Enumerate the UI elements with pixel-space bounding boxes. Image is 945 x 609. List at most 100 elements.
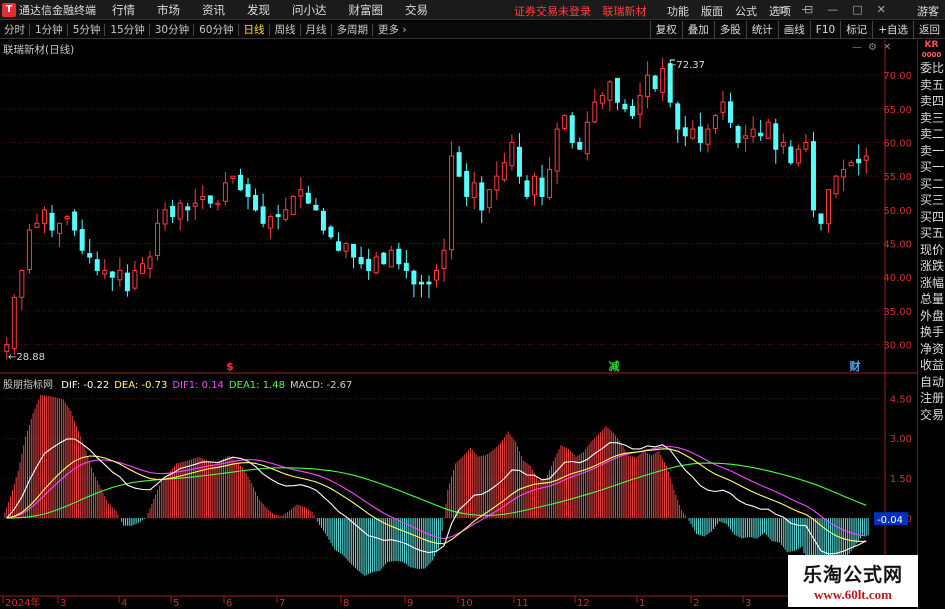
- candle-body: [388, 249, 394, 268]
- candle-body: [750, 128, 756, 137]
- quote-item-21[interactable]: 交易: [918, 407, 945, 424]
- candle-body: [471, 182, 477, 198]
- candle-body: [652, 75, 658, 90]
- date-axis-label: 3: [60, 598, 66, 609]
- quote-item-19[interactable]: 自动: [918, 374, 945, 391]
- date-axis-label: 7: [279, 598, 285, 609]
- candle-body: [441, 249, 447, 269]
- candle-body: [237, 174, 243, 191]
- candle-body: [207, 195, 213, 204]
- candle-body: [577, 141, 583, 150]
- quote-item-16: 换手: [920, 325, 945, 339]
- candle-body: [79, 229, 85, 251]
- macd-current-value: -0.04: [877, 515, 903, 526]
- candle-body: [139, 263, 145, 274]
- candle-body: [396, 248, 402, 265]
- quote-item-6: 买一: [920, 160, 945, 174]
- candle-body: [509, 142, 515, 167]
- candle-body: [697, 126, 703, 144]
- candle-body: [547, 168, 553, 198]
- quote-item-4: 卖二: [920, 127, 945, 141]
- guest-label[interactable]: 游客: [917, 3, 939, 19]
- event-marker-1: 减: [609, 359, 620, 373]
- quote-items: 委比 卖五 卖四 卖三 卖二 卖一 买一 买二 买三 买四 买五 现价 涨跌 涨幅 总量 外盘 换手 净资 收益 自动…: [918, 60, 945, 423]
- candle-body: [335, 241, 341, 251]
- price-axis-label: 55.00: [883, 172, 912, 183]
- indicator-value-dif: DIF: -0.22: [61, 380, 110, 391]
- date-axis-label: 2024年: [5, 596, 40, 609]
- watermark-title: 乐淘公式网: [802, 563, 903, 586]
- quote-item-12: 涨跌: [920, 259, 945, 273]
- quote-panel: KR 0000 委比 卖五 卖四 卖三 卖二 卖一 买一 买二 买三 买四 买五 现价 涨跌 涨幅 总量 外盘…: [917, 40, 945, 609]
- candle-body: [72, 211, 78, 231]
- date-axis-label: 4: [121, 598, 127, 609]
- date-axis-label: 8: [343, 598, 349, 609]
- candle-body: [856, 158, 862, 164]
- candle-body: [712, 115, 718, 129]
- quote-item-7: 买二: [920, 176, 945, 191]
- candle-body: [486, 189, 492, 209]
- candle-body: [41, 209, 47, 224]
- kline-chart[interactable]: 70.00 65.00 60.00 55.00 50.00 45.00 40.00 35.00…: [0, 0, 917, 609]
- tool-8[interactable]: 返回: [913, 21, 945, 39]
- candle-body: [743, 135, 749, 139]
- candle-body: [758, 132, 764, 137]
- candle-body: [562, 115, 568, 129]
- quote-item-17: 净资: [920, 341, 945, 356]
- date-axis-label: 3: [745, 598, 751, 609]
- candle-body: [720, 101, 726, 113]
- candle-body: [780, 142, 786, 147]
- panel-code: KR: [924, 40, 939, 50]
- macd-axis-label: 3.00: [890, 434, 912, 445]
- tdx-terminal-window: T 通达信金融终端 行情 市场 资讯 发现 问小达 财富圈 交易 证券交易未登录 联瑞新材 …: [0, 0, 945, 609]
- candle-body: [313, 204, 319, 211]
- candle-body: [192, 202, 198, 207]
- candle-body: [532, 175, 538, 196]
- candle-body: [434, 269, 439, 281]
- quote-item-5: 卖一: [920, 143, 945, 158]
- candle-body: [275, 214, 281, 218]
- candle-body: [765, 121, 771, 139]
- candle-body: [283, 209, 289, 220]
- quote-item-20[interactable]: 注册: [918, 390, 945, 407]
- candle-body: [215, 202, 221, 206]
- quote-item-11: 现价: [920, 242, 945, 257]
- candle-body: [34, 222, 40, 228]
- date-axis-label: 2: [693, 598, 699, 609]
- indicator-value-macd: MACD: -2.67: [289, 380, 353, 391]
- candle-body: [584, 121, 590, 155]
- candle-body: [230, 175, 236, 179]
- candle-body: [162, 209, 168, 225]
- candle-body: [87, 253, 93, 258]
- quote-item-0: 委比: [920, 61, 945, 75]
- candle-body: [320, 210, 326, 231]
- candle-body: [426, 281, 432, 285]
- candle-body: [351, 243, 357, 258]
- indicator-name[interactable]: 股朋指标网: [3, 380, 53, 391]
- candle-body: [19, 269, 25, 298]
- quote-item-1: 卖五: [920, 77, 945, 92]
- event-marker-0: $: [226, 360, 234, 373]
- candle-body: [803, 142, 809, 150]
- candle-body: [57, 222, 63, 234]
- event-marker-2: 财: [849, 359, 861, 373]
- candle-body: [516, 146, 522, 177]
- price-axis-label: 60.00: [883, 139, 912, 150]
- quote-item-2: 卖四: [920, 94, 945, 108]
- quote-item-18: 收益: [920, 358, 945, 372]
- candle-body: [569, 115, 575, 144]
- candle-body: [479, 182, 485, 211]
- price-axis-label: 45.00: [883, 240, 912, 251]
- candle-body: [818, 213, 824, 224]
- quote-item-14: 总量: [920, 292, 945, 306]
- candle-body: [833, 175, 839, 195]
- candle-body: [298, 189, 304, 197]
- macd-axis-label: 4.50: [890, 394, 912, 405]
- candle-body: [675, 103, 681, 130]
- candle-body: [773, 123, 779, 150]
- candle-body: [728, 101, 734, 123]
- candle-body: [64, 216, 70, 220]
- high-price-label: ←72.37: [668, 60, 705, 71]
- quote-item-15: 外盘: [920, 308, 945, 323]
- indicator-value-dea: DEA: -0.73: [114, 380, 168, 391]
